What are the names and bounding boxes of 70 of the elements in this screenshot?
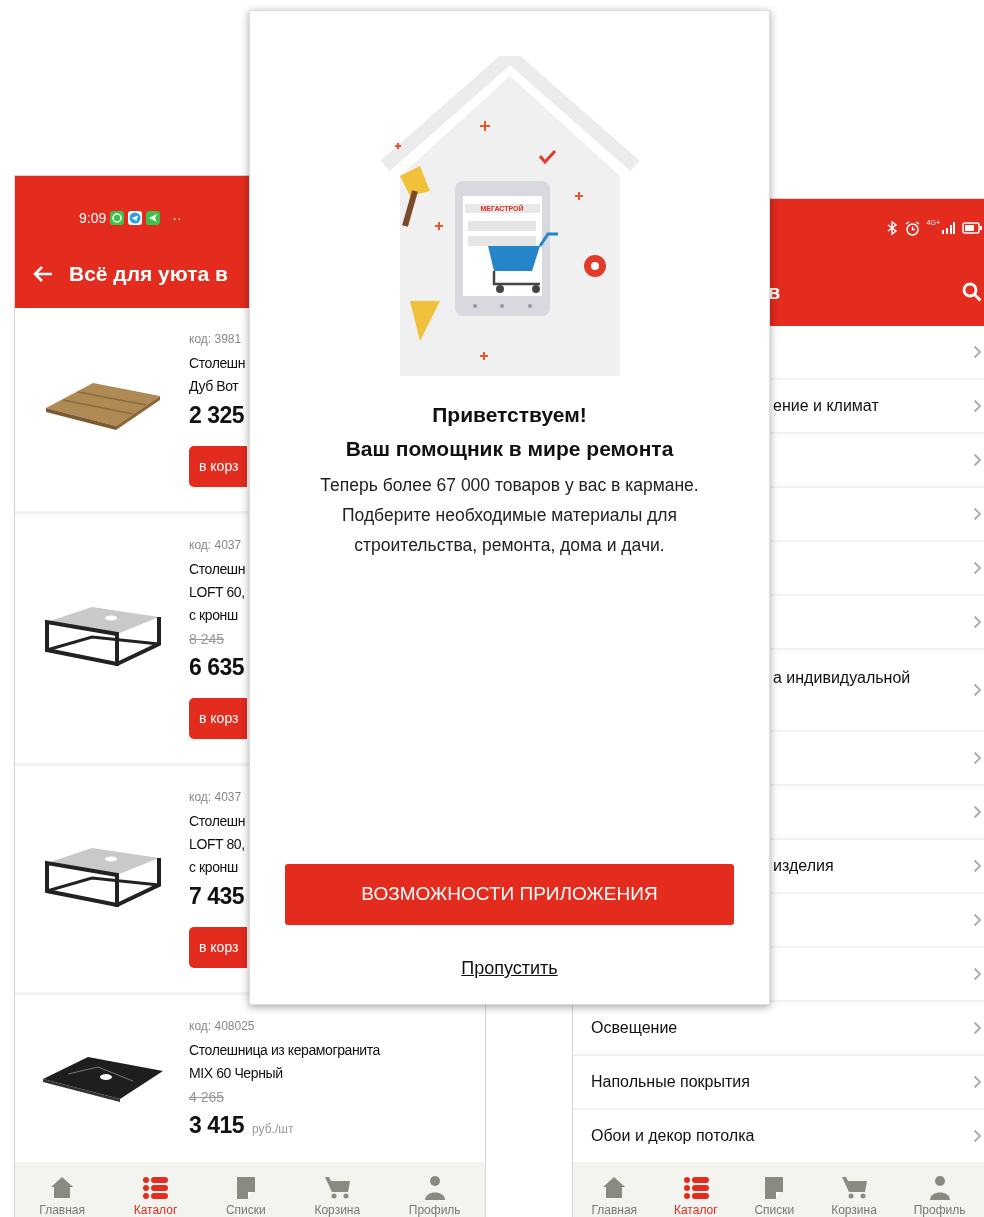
dialog-title: Ваш помощник в мире ремонта [345,435,674,462]
chevron-right-icon [973,1075,982,1089]
category-label: Напольные покрытия [591,1072,750,1092]
paper-plane-icon [128,211,143,225]
chevron-right-icon [973,1021,982,1035]
chevron-right-icon [973,967,982,981]
old-price: 4 265 [189,1088,226,1107]
old-price: 8 245 [189,630,226,649]
battery-icon [962,222,982,234]
search-icon[interactable] [962,281,982,302]
arrow-icon [146,211,161,225]
chevron-right-icon [973,561,982,575]
product-code: код: 3981 [189,331,243,348]
skip-link[interactable]: Пропустить [461,955,558,982]
nav-tab[interactable]: Главная [591,1174,638,1217]
nav-tab[interactable]: Корзина [314,1174,361,1217]
product-code: код: 4037 [189,537,243,554]
product-code: код: 408025 [189,1018,256,1035]
product-name: Столешн Дуб Вот [189,354,246,396]
screen-title: Всё для уюта в [69,261,228,288]
add-to-cart-button[interactable]: в корз [189,446,247,487]
product-name: Столешница из керамогранита MIX 60 Черный [189,1041,380,1083]
status-dots: ·· [172,208,182,228]
chevron-right-icon [973,345,982,359]
chevron-right-icon [973,751,982,765]
chevron-right-icon [973,805,982,819]
back-arrow-icon[interactable] [33,265,53,283]
product-code: код: 4037 [189,789,243,806]
cart-icon [841,1174,867,1200]
chevron-right-icon [973,615,982,629]
product-price: 3 415 [189,1111,245,1140]
nav-tab[interactable]: Списки [754,1174,795,1217]
chevron-right-icon [973,399,982,413]
cart-icon [324,1174,351,1200]
chevron-right-icon [973,507,982,521]
nav-tab[interactable]: Каталог [673,1174,718,1217]
category-label: Обои и декор потолка [591,1126,755,1146]
category-label: ение и климат [773,396,879,416]
add-to-cart-button[interactable]: в корз [189,698,247,739]
chevron-right-icon [973,453,982,467]
chevron-right-icon [973,913,982,927]
product-price: 2 325 [189,401,245,430]
category-label: Освещение [591,1018,678,1038]
nav-tab[interactable]: Главная [39,1174,85,1217]
alarm-icon [904,220,920,236]
product-price: 6 635 [189,653,245,682]
chat-icon [110,211,125,225]
product-price: 7 435 [189,882,245,911]
category-row[interactable]: Напольные покрытия [573,1056,984,1110]
chevron-right-icon [973,683,982,697]
list-icon [142,1174,169,1200]
product-name: Столешн LOFT 80, с кронш [189,812,246,877]
chevron-right-icon [973,859,982,873]
dialog-text: Теперь более 67 000 товаров у вас в кармане. Подберите необходимые материалы для строительства, ремонта, дома и дачи. [319,474,700,557]
list-icon [682,1174,709,1200]
bluetooth-icon [885,221,898,235]
chevron-right-icon [973,1129,982,1143]
nav-tab[interactable]: Каталог [133,1174,178,1217]
add-to-cart-button[interactable]: в корз [189,927,247,968]
app-features-button[interactable]: ВОЗМОЖНОСТИ ПРИЛОЖЕНИЯ [285,864,734,925]
nav-tab[interactable]: Профиль [913,1174,966,1217]
price-unit: руб./шт [252,1121,294,1138]
category-label: а индивидуальной [773,668,911,688]
product-name: Столешн LOFT 60, с кронш [189,560,246,625]
nav-tab[interactable]: Списки [225,1174,266,1217]
nav-tab[interactable]: Корзина [831,1174,877,1217]
nav-tab[interactable]: Профиль [408,1174,461,1217]
signal-icon [941,222,955,234]
category-label: изделия [773,856,834,876]
status-time: 9:09 [79,208,107,228]
